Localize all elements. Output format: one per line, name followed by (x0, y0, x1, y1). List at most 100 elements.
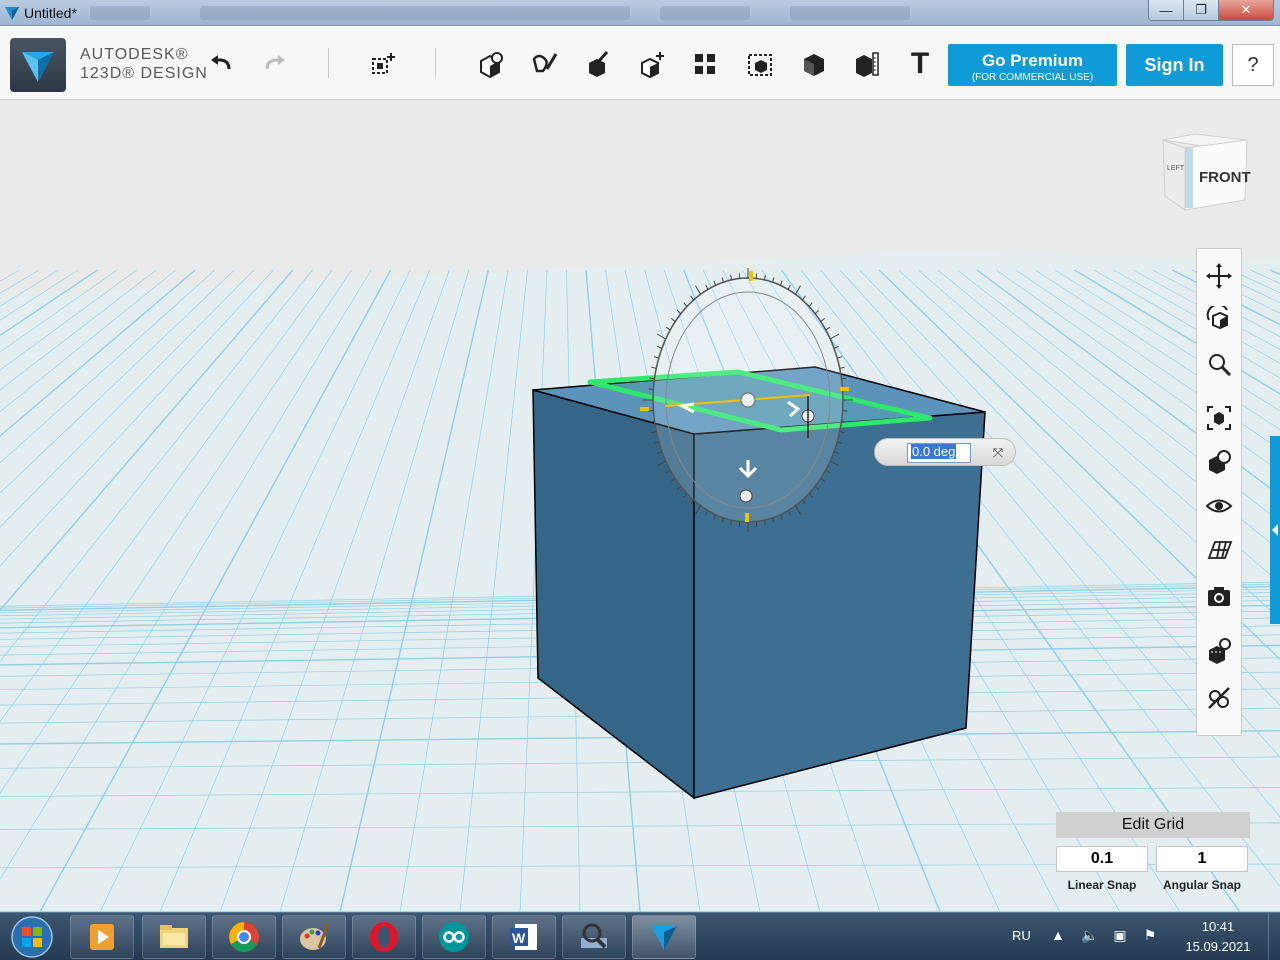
viewcube-left-label: LEFT (1167, 165, 1185, 172)
svg-text:W: W (512, 930, 526, 946)
navigation-bar (1196, 248, 1242, 736)
brand-line-2: 123D® DESIGN (80, 65, 208, 82)
arduino-icon (439, 922, 469, 952)
sign-in-button[interactable]: Sign In (1126, 44, 1223, 86)
windows-logo-icon (11, 916, 53, 958)
primitives-icon (480, 52, 503, 79)
camera-button[interactable] (1202, 579, 1236, 613)
snap-icon[interactable]: ⤧ (987, 443, 1009, 463)
background-tabs (660, 6, 750, 20)
logo-icon (22, 52, 54, 82)
taskbar-paint[interactable] (282, 915, 346, 959)
modify-button[interactable] (632, 44, 672, 84)
word-icon: W (510, 924, 537, 950)
opera-icon (370, 922, 398, 952)
material-button[interactable] (1202, 633, 1236, 667)
title-bar: Untitled* — ❐ ✕ (0, 0, 1280, 26)
taskbar-media-player[interactable] (70, 915, 134, 959)
measure-button[interactable] (847, 44, 887, 84)
zoom-button[interactable] (1202, 347, 1236, 381)
taskbar-search-tool[interactable] (562, 915, 626, 959)
edit-grid-panel: Edit Grid 0.1 1 Linear Snap Angular Snap (1056, 812, 1250, 900)
taskbar-word[interactable]: W (492, 915, 556, 959)
tray-expand-icon[interactable]: ▲ (1048, 927, 1068, 947)
paint-icon (300, 923, 330, 950)
brand-line-1: AUTODESK® (80, 46, 189, 63)
visibility-button[interactable] (1202, 489, 1236, 523)
toolbar-separator (435, 48, 436, 78)
go-premium-sublabel: (FOR COMMERCIAL USE) (971, 71, 1094, 83)
linear-snap-input[interactable]: 0.1 (1056, 846, 1148, 872)
physical-material-button[interactable] (1202, 681, 1236, 715)
redo-icon (265, 55, 285, 70)
primitives-button[interactable] (470, 44, 510, 84)
edit-grid-button[interactable]: Edit Grid (1056, 812, 1250, 838)
clock-date[interactable]: 15.09.2021 (1178, 939, 1258, 954)
rotation-angle-box: 0.0 deg ⤧ (874, 438, 1016, 466)
close-button[interactable]: ✕ (1218, 0, 1274, 21)
view-mode-button[interactable] (1202, 445, 1236, 479)
scene-canvas[interactable] (0, 100, 1280, 912)
pan-button[interactable] (1202, 259, 1236, 293)
side-panel-toggle[interactable] (1270, 436, 1280, 624)
viewcube[interactable]: FRONT LEFT (1155, 130, 1255, 220)
grid-button[interactable] (1202, 533, 1236, 567)
transform-button[interactable] (362, 44, 402, 84)
construct-icon (589, 51, 609, 77)
linear-snap-label: Linear Snap (1067, 878, 1137, 892)
taskbar-file-explorer[interactable] (142, 915, 206, 959)
windows-taskbar: W RU ▲ 🔈 ▣ ⚑ 10:41 15.09.2021 (0, 912, 1280, 960)
toolbar-separator (328, 48, 329, 78)
viewcube-left-face[interactable] (1162, 139, 1186, 211)
help-button[interactable]: ? (1232, 44, 1274, 86)
angular-snap-input[interactable]: 1 (1156, 846, 1248, 872)
volume-icon[interactable]: 🔈 (1080, 927, 1100, 947)
undo-button[interactable] (202, 44, 242, 84)
clock-time[interactable]: 10:41 (1196, 919, 1240, 934)
3d-viewport[interactable]: 0.0 deg ⤧ FRONT LEFT Edit Grid 0.1 1 Lin… (0, 100, 1280, 912)
gizmo-center-handle[interactable] (740, 392, 756, 408)
angular-snap-label: Angular Snap (1162, 878, 1241, 892)
network-icon[interactable]: ▣ (1110, 927, 1130, 947)
minimize-button[interactable]: — (1148, 0, 1184, 21)
fit-icon (1207, 406, 1231, 430)
camera-icon (1208, 587, 1230, 606)
background-tabs (90, 6, 150, 20)
group-button[interactable] (740, 44, 780, 84)
visibility-icon (1205, 499, 1233, 513)
rotation-angle-input[interactable]: 0.0 deg (907, 443, 971, 463)
modify-icon (641, 52, 664, 79)
grid-icon (1207, 541, 1233, 559)
gizmo-marker (745, 513, 749, 522)
orbit-icon (1206, 306, 1228, 330)
redo-button[interactable] (254, 44, 294, 84)
taskbar-123d-design[interactable] (632, 915, 696, 959)
brand-wordmark: AUTODESK® 123D® DESIGN (80, 46, 208, 84)
taskbar-chrome[interactable] (212, 915, 276, 959)
app-menu-button[interactable] (10, 38, 66, 92)
search-tool-icon (581, 923, 607, 949)
fit-button[interactable] (1202, 401, 1236, 435)
sketch-button[interactable] (524, 44, 564, 84)
maximize-button[interactable]: ❐ (1183, 0, 1219, 21)
combine-button[interactable] (794, 44, 834, 84)
language-indicator[interactable]: RU (1012, 928, 1031, 943)
view-mode-icon (1209, 450, 1231, 474)
background-tabs (790, 6, 910, 20)
show-desktop-button[interactable] (1268, 913, 1280, 960)
undo-icon (211, 55, 231, 70)
gizmo-marker (840, 387, 849, 391)
construct-button[interactable] (578, 44, 618, 84)
taskbar-arduino[interactable] (422, 915, 486, 959)
action-center-flag-icon[interactable]: ⚑ (1140, 927, 1160, 947)
app-icon (5, 7, 19, 20)
go-premium-button[interactable]: Go Premium (FOR COMMERCIAL USE) (948, 44, 1117, 86)
start-button[interactable] (4, 915, 60, 959)
pattern-button[interactable] (685, 44, 725, 84)
taskbar-opera[interactable] (352, 915, 416, 959)
rotate-handle[interactable] (739, 489, 753, 503)
viewcube-front-label: FRONT (1199, 169, 1251, 186)
orbit-button[interactable] (1202, 303, 1236, 337)
combine-icon (804, 54, 824, 76)
text-tool-button[interactable]: T (900, 44, 940, 84)
